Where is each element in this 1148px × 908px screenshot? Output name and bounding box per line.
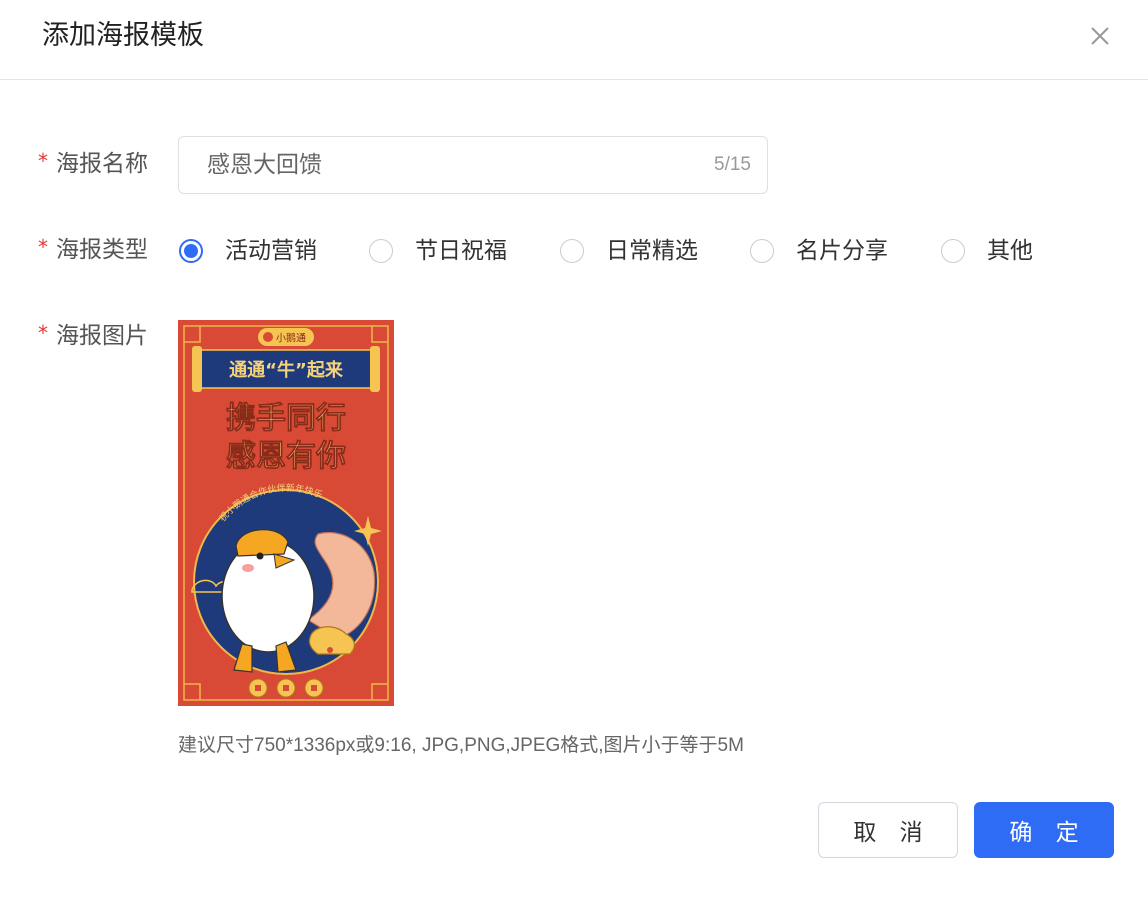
radio-label: 日常精选 xyxy=(606,238,698,264)
scroll-rod-left xyxy=(192,346,202,392)
poster-name-label-text: 海报名称 xyxy=(56,151,148,177)
headline-line1: 携手同行 xyxy=(226,401,346,436)
radio-label: 活动营销 xyxy=(225,238,317,264)
brand-logo-icon xyxy=(263,332,273,342)
radio-unchecked-icon[interactable] xyxy=(941,239,965,263)
radio-other[interactable]: 其他 xyxy=(941,236,1033,266)
required-mark: * xyxy=(38,321,48,345)
required-mark: * xyxy=(38,235,48,259)
radio-label: 名片分享 xyxy=(796,238,888,264)
poster-type-label: * 海报类型 xyxy=(38,234,148,266)
radio-business-card[interactable]: 名片分享 xyxy=(750,236,888,266)
ingot-mark xyxy=(327,647,333,653)
radio-label: 其他 xyxy=(987,238,1033,264)
duck-body xyxy=(221,539,315,653)
upload-hint: 建议尺寸750*1336px或9:16, JPG,PNG,JPEG格式,图片小于… xyxy=(178,735,744,756)
cancel-button[interactable]: 取 消 xyxy=(818,802,958,858)
duck-eye xyxy=(256,552,264,560)
radio-unchecked-icon[interactable] xyxy=(369,239,393,263)
duck-cheek xyxy=(242,564,254,572)
poster-name-value[interactable]: 感恩大回馈 xyxy=(207,149,322,181)
poster-image[interactable]: 小鹅通 通通“牛”起来 携手同行 感恩有你 祝小鹅通合作伙伴新年快乐 xyxy=(178,320,394,706)
poster-name-input[interactable]: 感恩大回馈 5/15 xyxy=(178,136,768,194)
radio-daily-picks[interactable]: 日常精选 xyxy=(560,236,698,266)
radio-unchecked-icon[interactable] xyxy=(560,239,584,263)
poster-image-label-text: 海报图片 xyxy=(56,323,148,349)
coin-hole xyxy=(255,685,261,691)
coin-hole xyxy=(283,685,289,691)
required-mark: * xyxy=(38,149,48,173)
poster-image-label: * 海报图片 xyxy=(38,320,148,352)
radio-activity-marketing[interactable]: 活动营销 xyxy=(179,236,317,266)
coin-hole xyxy=(311,685,317,691)
char-counter: 5/15 xyxy=(714,154,751,175)
radio-label: 节日祝福 xyxy=(415,238,507,264)
radio-holiday-greetings[interactable]: 节日祝福 xyxy=(369,236,507,266)
radio-checked-icon[interactable] xyxy=(179,239,203,263)
dialog-title: 添加海报模板 xyxy=(42,20,204,51)
headline-line2: 感恩有你 xyxy=(226,439,346,474)
scroll-rod-right xyxy=(370,346,380,392)
banner-text: 通通“牛”起来 xyxy=(229,359,344,381)
confirm-button[interactable]: 确 定 xyxy=(974,802,1114,858)
close-icon[interactable] xyxy=(1086,22,1114,50)
dialog-header: 添加海报模板 xyxy=(0,0,1148,80)
poster-type-label-text: 海报类型 xyxy=(56,237,148,263)
poster-name-label: * 海报名称 xyxy=(38,148,148,180)
radio-unchecked-icon[interactable] xyxy=(750,239,774,263)
brand-text: 小鹅通 xyxy=(276,332,306,345)
